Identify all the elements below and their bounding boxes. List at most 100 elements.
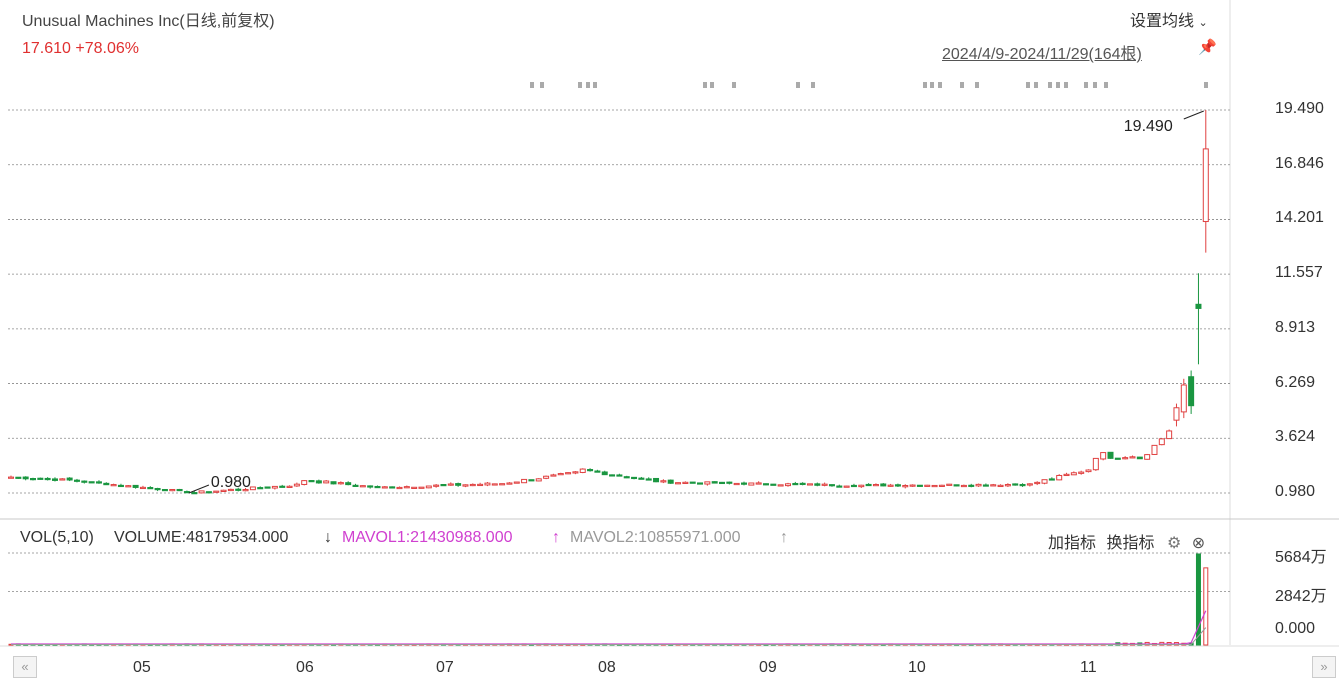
candle-body: [850, 484, 857, 488]
candle-body: [872, 484, 879, 487]
candle-body: [521, 478, 528, 484]
candle-body: [176, 488, 183, 492]
y-tick-label: 0.980: [1275, 483, 1316, 500]
candle-body: [440, 484, 447, 487]
candle-body: [110, 484, 117, 487]
volume-arrow-icon: ↓: [324, 529, 332, 546]
candle-body: [352, 484, 359, 487]
candle-body: [1026, 483, 1033, 486]
candle-body: [506, 482, 513, 485]
candle-body: [337, 482, 344, 485]
candle-body: [103, 482, 110, 486]
candle-body: [51, 478, 58, 481]
candle-body: [814, 483, 821, 486]
candle-body: [1107, 451, 1114, 459]
candle-body: [726, 481, 733, 484]
candle-body: [374, 485, 381, 489]
candle-body: [330, 481, 337, 485]
candle-body: [491, 483, 498, 486]
event-marker: [923, 82, 927, 88]
event-marker: [1048, 82, 1052, 88]
event-marker: [938, 82, 942, 88]
candle-body: [1070, 472, 1077, 476]
candle-body: [345, 482, 352, 486]
candle-body: [81, 480, 88, 483]
candle-body: [484, 482, 491, 486]
candle-body: [535, 478, 542, 482]
event-marker: [593, 82, 597, 88]
candle-body: [154, 487, 161, 491]
candle-body: [73, 479, 80, 482]
change-indicator-button[interactable]: 换指标: [1106, 535, 1154, 552]
candle-body: [865, 483, 872, 487]
candle-body: [968, 484, 975, 487]
candle-body: [44, 477, 51, 481]
event-marker: [1034, 82, 1038, 88]
event-marker: [1056, 82, 1060, 88]
candle-body: [1166, 430, 1173, 440]
candle-body: [762, 483, 769, 486]
candle-body: [66, 477, 73, 481]
candle-body: [843, 485, 850, 488]
candle-body: [499, 483, 506, 486]
low-annotation: 0.980: [211, 474, 251, 491]
candle-body: [682, 481, 689, 485]
candle-body: [293, 483, 300, 487]
candle-body: [8, 476, 14, 479]
candle-body: [938, 484, 945, 487]
candle-body: [205, 491, 212, 494]
y-tick-label: 14.201: [1275, 209, 1324, 227]
close-icon[interactable]: ⊗: [1192, 535, 1205, 552]
candle-body: [579, 468, 586, 473]
candle-body: [1158, 438, 1165, 446]
candle-body: [257, 487, 264, 490]
candle-body: [528, 479, 535, 482]
mavol2-line: [11, 627, 1207, 645]
event-marker: [1026, 82, 1030, 88]
y-tick-label: 3.624: [1275, 428, 1316, 446]
event-marker: [732, 82, 736, 88]
candle-body: [1136, 456, 1143, 460]
event-marker: [586, 82, 590, 88]
candle-body: [249, 486, 256, 491]
gear-icon[interactable]: ⚙: [1167, 535, 1181, 552]
candle-body: [1202, 148, 1209, 223]
candle-body: [264, 486, 271, 489]
event-marker: [975, 82, 979, 88]
candle-body: [1004, 484, 1011, 487]
event-marker: [811, 82, 815, 88]
y-tick-label: 19.490: [1275, 100, 1324, 117]
candle-body: [1056, 474, 1063, 481]
candle-body: [704, 481, 711, 485]
vol-y-tick-label: 2842万: [1275, 587, 1327, 605]
y-tick-label: 16.846: [1275, 154, 1324, 172]
y-tick-label: 6.269: [1275, 373, 1316, 391]
add-indicator-button[interactable]: 加指标: [1048, 535, 1096, 552]
candle-body: [462, 484, 469, 487]
candle-body: [799, 482, 806, 486]
candle-body: [396, 486, 403, 490]
candle-body: [1085, 469, 1092, 473]
candle-body: [880, 483, 887, 487]
vol-y-tick-label: 5684万: [1275, 549, 1327, 566]
candle-body: [1041, 479, 1048, 484]
candle-body: [22, 476, 29, 480]
candle-body: [784, 483, 791, 487]
event-marker: [960, 82, 964, 88]
candle-body: [37, 477, 44, 480]
scroll-left-button[interactable]: «: [13, 656, 37, 678]
candle-body: [806, 483, 813, 486]
candle-body: [1114, 457, 1121, 460]
candle-body: [447, 483, 454, 486]
scroll-right-button[interactable]: »: [1312, 656, 1336, 678]
candle-body: [667, 479, 674, 484]
candle-body: [198, 490, 205, 494]
event-marker: [930, 82, 934, 88]
candle-body: [645, 478, 652, 481]
candle-body: [1122, 457, 1129, 460]
candle-body: [741, 482, 747, 485]
candle-body: [982, 484, 989, 487]
candle-body: [719, 481, 726, 485]
candle-body: [359, 485, 366, 488]
candle-body: [609, 474, 616, 477]
